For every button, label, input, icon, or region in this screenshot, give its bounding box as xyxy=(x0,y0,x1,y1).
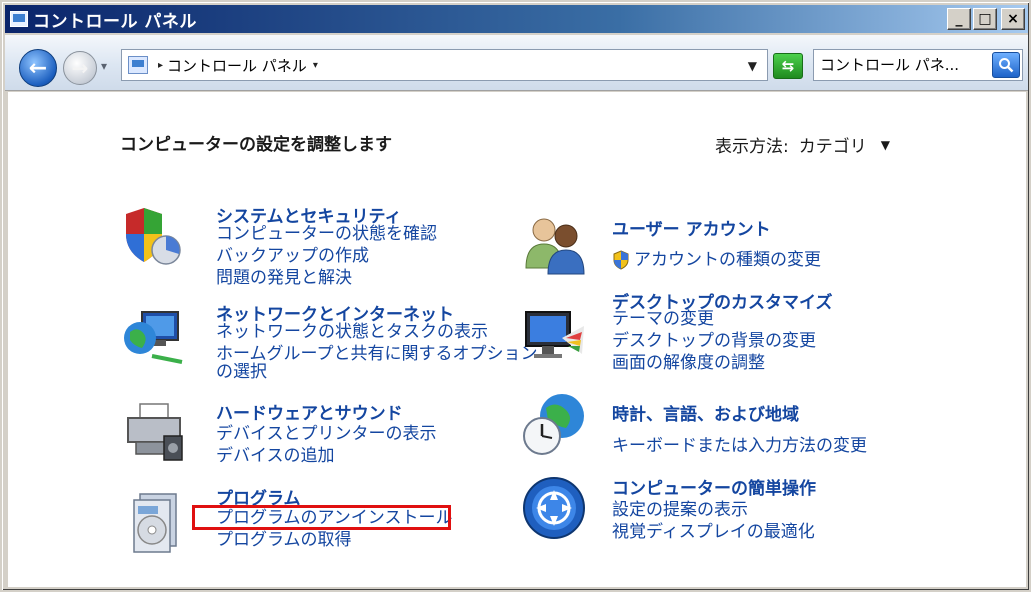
forward-arrow-icon: → xyxy=(71,56,89,80)
link-create-backup[interactable]: バックアップの作成 xyxy=(216,245,369,267)
content-area: コンピューターの設定を調整します 表示方法: カテゴリ ▼ システムとセキュリテ… xyxy=(8,92,1026,587)
link-change-account-type[interactable]: アカウントの種類の変更 xyxy=(634,250,821,270)
link-let-windows-suggest-settings[interactable]: 設定の提案の表示 xyxy=(612,499,748,521)
view-by-label: 表示方法: xyxy=(715,137,789,157)
breadcrumb-control-panel[interactable]: コントロール パネル xyxy=(167,55,307,76)
link-change-keyboard-input[interactable]: キーボードまたは入力方法の変更 xyxy=(612,435,867,457)
programs-disc-icon xyxy=(133,493,177,553)
breadcrumb-dropdown-icon[interactable]: ▾ xyxy=(313,60,318,71)
link-find-fix-problems[interactable]: 問題の発見と解決 xyxy=(216,267,352,289)
refresh-button[interactable]: ⇆ xyxy=(773,53,803,79)
link-network-status-tasks[interactable]: ネットワークの状態とタスクの表示 xyxy=(216,321,488,343)
history-dropdown-icon[interactable]: ▾ xyxy=(101,59,107,73)
ease-of-access-icon xyxy=(523,477,585,539)
back-arrow-icon: ← xyxy=(28,55,48,81)
network-globe-icon xyxy=(124,311,183,364)
category-title-hardware-sound[interactable]: ハードウェアとサウンド xyxy=(216,399,403,424)
uac-shield-icon xyxy=(613,250,629,270)
category-title-user-accounts[interactable]: ユーザー アカウント xyxy=(612,215,771,240)
printer-icon xyxy=(127,403,183,461)
link-optimize-visual-display[interactable]: 視覚ディスプレイの最適化 xyxy=(612,521,815,543)
link-check-computer-status[interactable]: コンピューターの状態を確認 xyxy=(216,223,437,245)
highlight-uninstall-program xyxy=(192,505,451,530)
clock-globe-icon xyxy=(523,394,584,455)
search-icon xyxy=(999,58,1014,73)
breadcrumb-separator-icon[interactable]: ▸ xyxy=(158,60,163,71)
control-panel-icon xyxy=(10,11,28,27)
shield-pie-icon xyxy=(126,208,181,265)
category-title-clock-language-region[interactable]: 時計、言語、および地域 xyxy=(612,400,799,425)
forward-button[interactable]: → xyxy=(63,51,97,85)
link-change-desktop-background[interactable]: デスクトップの背景の変更 xyxy=(612,330,816,352)
link-homegroup-sharing-options-cont[interactable]: の選択 xyxy=(216,361,267,383)
minimize-button[interactable]: _ xyxy=(947,8,971,30)
view-by-value[interactable]: カテゴリ xyxy=(799,132,867,157)
search-button[interactable] xyxy=(992,52,1020,78)
link-add-device[interactable]: デバイスの追加 xyxy=(216,445,335,467)
category-title-ease-of-access[interactable]: コンピューターの簡単操作 xyxy=(612,474,816,499)
link-view-devices-printers[interactable]: デバイスとプリンターの表示 xyxy=(216,423,437,445)
address-dropdown-icon[interactable]: ▼ xyxy=(748,59,757,73)
link-adjust-screen-resolution[interactable]: 画面の解像度の調整 xyxy=(612,352,765,374)
title-bar[interactable]: コントロール パネル _ □ × xyxy=(5,5,1028,33)
navigation-bar: ← → ▾ ▸ コントロール パネル ▾ ▼ ⇆ xyxy=(5,35,1028,91)
search-box[interactable] xyxy=(813,49,1023,81)
refresh-icon: ⇆ xyxy=(781,57,795,75)
page-title: コンピューターの設定を調整します xyxy=(120,135,392,155)
maximize-button[interactable]: □ xyxy=(973,8,997,30)
link-change-theme[interactable]: テーマの変更 xyxy=(612,308,714,330)
control-panel-window: コントロール パネル _ □ × ← → ▾ ▸ コントロール パネル ▾ ▼ … xyxy=(0,0,1031,592)
monitor-palette-icon xyxy=(525,311,584,358)
users-icon xyxy=(525,218,585,275)
view-by-dropdown-icon[interactable]: ▼ xyxy=(881,138,890,152)
close-button[interactable]: × xyxy=(1001,8,1025,30)
link-change-account-type-row: アカウントの種類の変更 xyxy=(612,249,821,271)
view-by-selector: 表示方法: カテゴリ ▼ xyxy=(715,132,890,157)
link-get-programs[interactable]: プログラムの取得 xyxy=(216,529,352,551)
search-input[interactable] xyxy=(820,56,990,74)
address-bar[interactable]: ▸ コントロール パネル ▾ ▼ xyxy=(121,49,768,81)
caption-buttons: _ □ × xyxy=(947,8,1025,30)
back-button[interactable]: ← xyxy=(19,49,57,87)
control-panel-small-icon xyxy=(128,56,148,74)
window-title: コントロール パネル xyxy=(33,11,197,32)
